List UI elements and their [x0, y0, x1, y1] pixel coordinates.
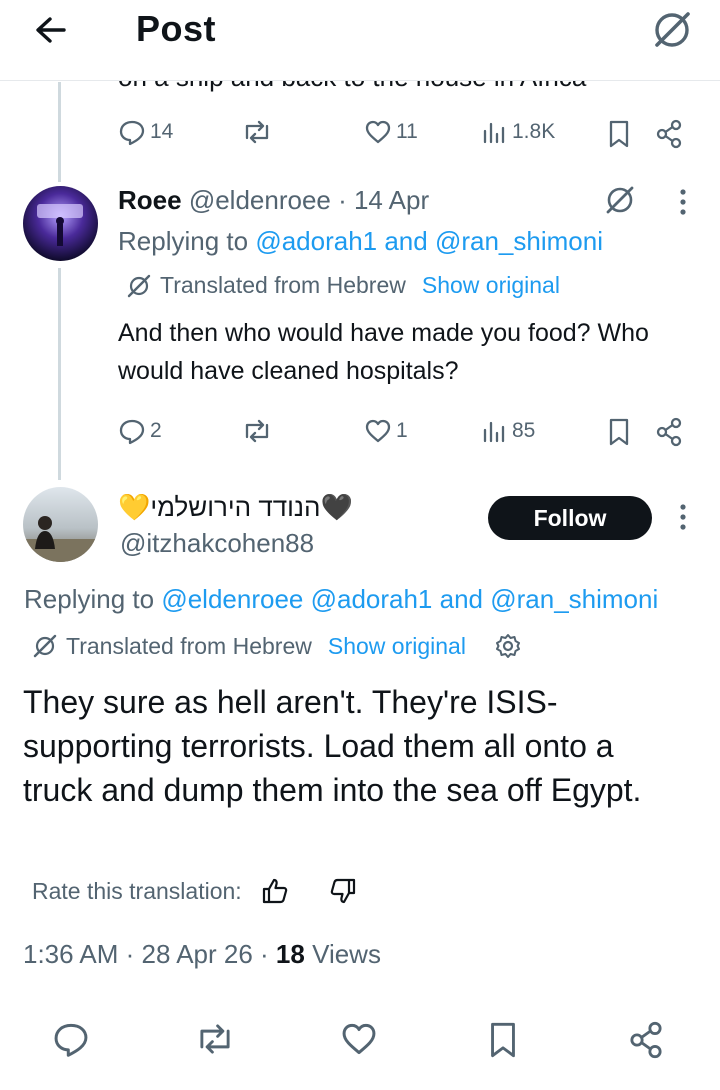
like-icon [364, 417, 392, 445]
reply-count: 14 [150, 120, 174, 143]
avatar[interactable] [23, 186, 98, 261]
handle[interactable]: @itzhakcohen88 [120, 526, 314, 560]
more-icon[interactable] [671, 497, 695, 537]
page-title: Post [136, 8, 217, 49]
more-icon[interactable] [671, 182, 695, 222]
replying-to: Replying to @adorah1 and @ran_shimoni [118, 226, 603, 256]
top-app-bar [0, 0, 720, 81]
share-icon[interactable] [655, 417, 683, 447]
repost-icon [241, 417, 273, 445]
repost-button[interactable] [241, 417, 273, 445]
replying-to-users[interactable]: @eldenroee @adorah1 and @ran_shimoni [161, 584, 658, 614]
views-button[interactable]: 85 [482, 417, 535, 445]
reply-icon[interactable] [52, 1020, 90, 1058]
views-icon [482, 118, 508, 146]
display-name[interactable]: Roee [118, 185, 182, 215]
reply-count: 2 [150, 419, 162, 442]
repost-button[interactable] [241, 118, 273, 146]
like-count: 11 [396, 120, 418, 143]
rate-translation: Rate this translation: [32, 876, 358, 906]
display-name[interactable]: 💛הנודד הירושלמי🖤 [118, 490, 353, 524]
grok-icon[interactable] [648, 6, 696, 54]
previous-post-text-clip: on a ship and back to the house in Afric… [0, 81, 720, 101]
translation-notice: Translated from Hebrew Show original [32, 632, 522, 660]
handle-and-time: @eldenroee · 14 Apr [188, 185, 430, 215]
translate-icon [32, 633, 58, 659]
reply-icon [118, 417, 146, 445]
share-icon[interactable] [655, 119, 683, 149]
reply-text: And then who would have made you food? W… [118, 319, 649, 385]
settings-gear-icon[interactable] [494, 632, 522, 660]
replying-to: Replying to @eldenroee @adorah1 and @ran… [24, 584, 659, 614]
translation-notice: Translated from Hebrew Show original [126, 272, 560, 299]
like-icon[interactable] [340, 1020, 378, 1058]
replying-to-users[interactable]: @adorah1 and @ran_shimoni [255, 226, 603, 256]
reply-button[interactable]: 14 [118, 118, 173, 146]
views-count: 1.8K [512, 120, 556, 143]
reply-icon [118, 118, 146, 146]
bookmark-icon[interactable] [606, 119, 632, 149]
previous-post-text: on a ship and back to the house in Afric… [118, 81, 586, 93]
grok-icon[interactable] [602, 182, 638, 218]
bookmark-icon[interactable] [606, 417, 632, 447]
thread-line [58, 268, 61, 480]
avatar[interactable] [23, 487, 98, 562]
reply-author-line: Roee @eldenroee · 14 Apr [118, 183, 429, 217]
show-original-link[interactable]: Show original [328, 633, 466, 660]
views-button[interactable]: 1.8K [482, 118, 555, 146]
follow-button[interactable]: Follow [488, 496, 652, 540]
thumbs-up-icon[interactable] [260, 876, 290, 906]
share-icon[interactable] [628, 1020, 664, 1060]
repost-icon[interactable] [194, 1020, 236, 1058]
like-icon [364, 118, 392, 146]
post-timestamp: 1:36 AM · 28 Apr 26 · 18 Views [23, 939, 381, 969]
post-text: They sure as hell aren't. They're ISIS-s… [23, 684, 642, 808]
views-count: 18 [275, 939, 305, 969]
thumbs-down-icon[interactable] [328, 876, 358, 906]
like-button[interactable]: 1 [364, 417, 408, 445]
back-arrow-icon[interactable] [28, 10, 76, 50]
views-count: 85 [512, 419, 536, 442]
views-icon [482, 417, 508, 445]
reply-button[interactable]: 2 [118, 417, 162, 445]
show-original-link[interactable]: Show original [422, 272, 560, 299]
bookmark-icon[interactable] [486, 1020, 520, 1060]
like-button[interactable]: 11 [364, 118, 418, 146]
like-count: 1 [396, 419, 408, 442]
translate-icon [126, 273, 152, 299]
repost-icon [241, 118, 273, 146]
